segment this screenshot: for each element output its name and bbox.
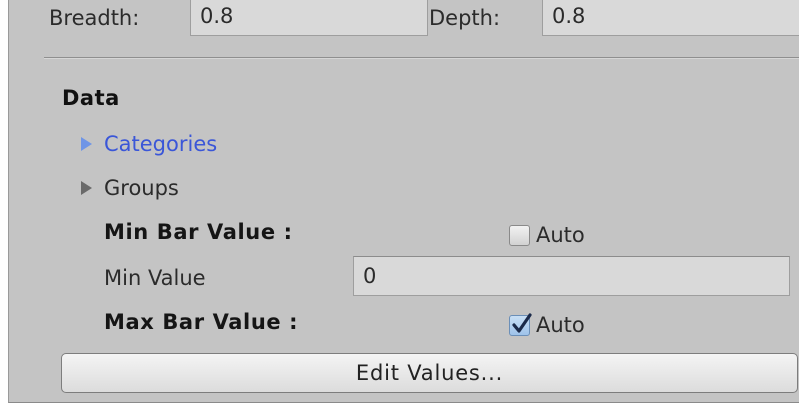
foldout-label: Groups [104,176,179,200]
foldout-groups[interactable]: Groups [81,174,179,202]
checkmark-icon [512,312,532,333]
max-bar-auto-toggle[interactable]: Auto [509,310,585,340]
breadth-label: Breadth: [49,6,140,30]
depth-field[interactable]: 0.8 [542,0,799,36]
data-section-header: Data [62,86,120,110]
inspector-panel: Breadth: 0.8 Depth: 0.8 Data Categories … [8,0,799,403]
checkbox[interactable] [509,312,532,336]
min-bar-value-label: Min Bar Value : [104,220,293,244]
foldout-categories[interactable]: Categories [81,130,217,158]
edit-values-button[interactable]: Edit Values... [61,353,798,393]
min-value-field[interactable]: 0 [353,256,790,296]
breadth-field[interactable]: 0.8 [190,0,428,36]
auto-label: Auto [536,313,585,337]
auto-label: Auto [536,223,585,247]
max-bar-value-label: Max Bar Value : [104,310,299,334]
min-value-label: Min Value [104,266,206,290]
foldout-label: Categories [104,132,218,156]
min-bar-auto-toggle[interactable]: Auto [509,220,585,250]
triangle-right-icon [81,181,92,195]
section-divider [44,57,799,59]
checkbox[interactable] [509,224,530,246]
depth-label: Depth: [429,6,501,30]
triangle-right-icon [81,137,92,151]
